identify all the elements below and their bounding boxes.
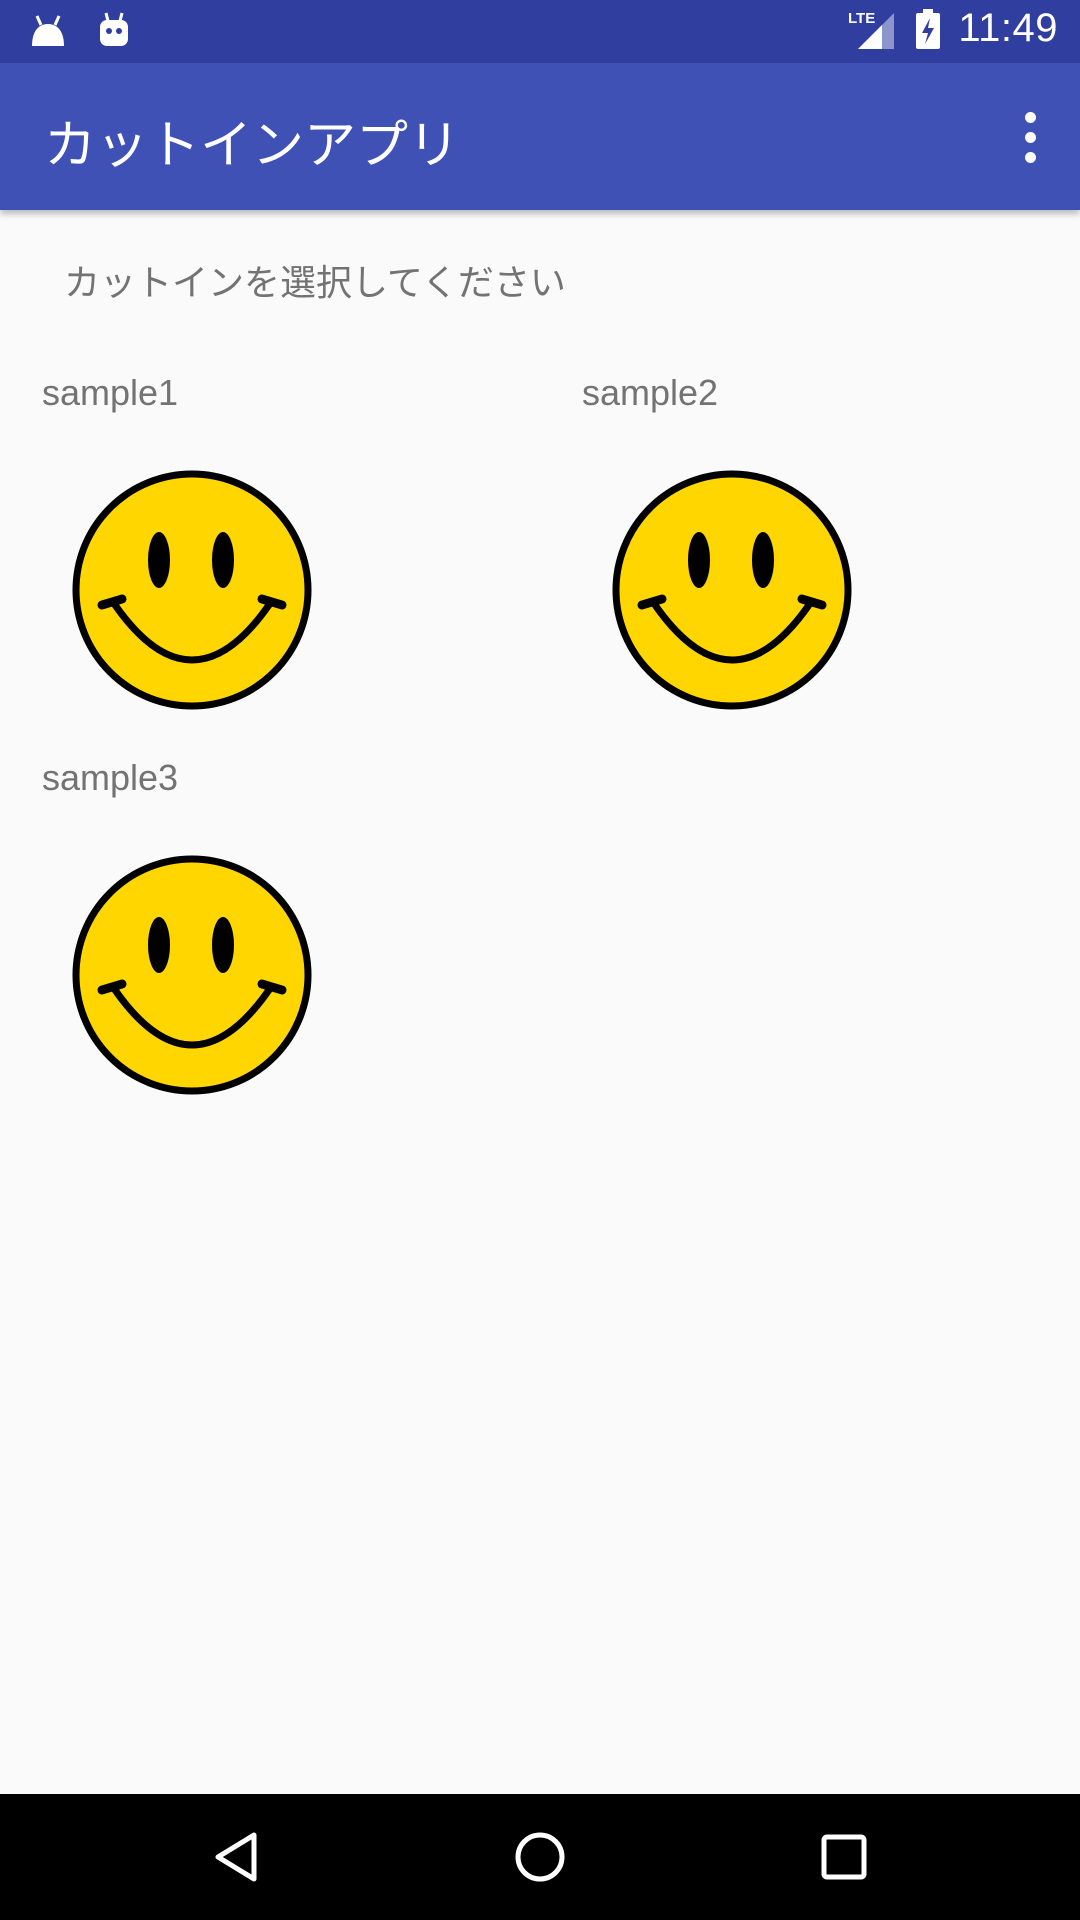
smiley-face-icon[interactable] [70,853,314,1097]
lte-signal-icon: LTE [848,10,895,49]
recents-icon[interactable] [814,1827,874,1887]
debug-bot-icon [100,12,128,46]
cutin-item-sample3[interactable]: sample3 [0,745,500,1105]
status-time: 11:49 [958,6,1058,50]
screen: LTE 11:49 カットインアプリ カットインを選択してください sample… [0,0,1080,1920]
navigation-bar [0,1794,1080,1920]
status-bar: LTE 11:49 [0,0,1080,63]
svg-text:LTE: LTE [848,10,875,27]
cutin-item-sample2[interactable]: sample2 [540,360,1040,720]
cutin-item-label: sample1 [42,372,179,413]
smiley-face-icon[interactable] [70,468,314,712]
cutin-item-sample1[interactable]: sample1 [0,360,500,720]
more-vert-icon [1024,111,1036,123]
instruction-text: カットインを選択してください [64,263,566,304]
system-icons: LTE 11:49 [846,6,1058,51]
app-title: カットインアプリ [44,116,461,176]
smiley-face-icon[interactable] [610,468,854,712]
cutin-item-label: sample2 [582,372,719,413]
more-vert-icon-dot [1024,131,1036,143]
back-icon[interactable] [206,1827,266,1887]
battery-charging-icon [916,8,941,49]
app-bar: カットインアプリ [0,63,1080,210]
more-vert-icon-dot [1024,151,1036,163]
android-icon [32,15,64,46]
cutin-item-label: sample3 [42,757,179,798]
notification-icons [28,10,130,50]
overflow-menu-button[interactable] [1000,105,1060,169]
home-icon[interactable] [510,1827,570,1887]
